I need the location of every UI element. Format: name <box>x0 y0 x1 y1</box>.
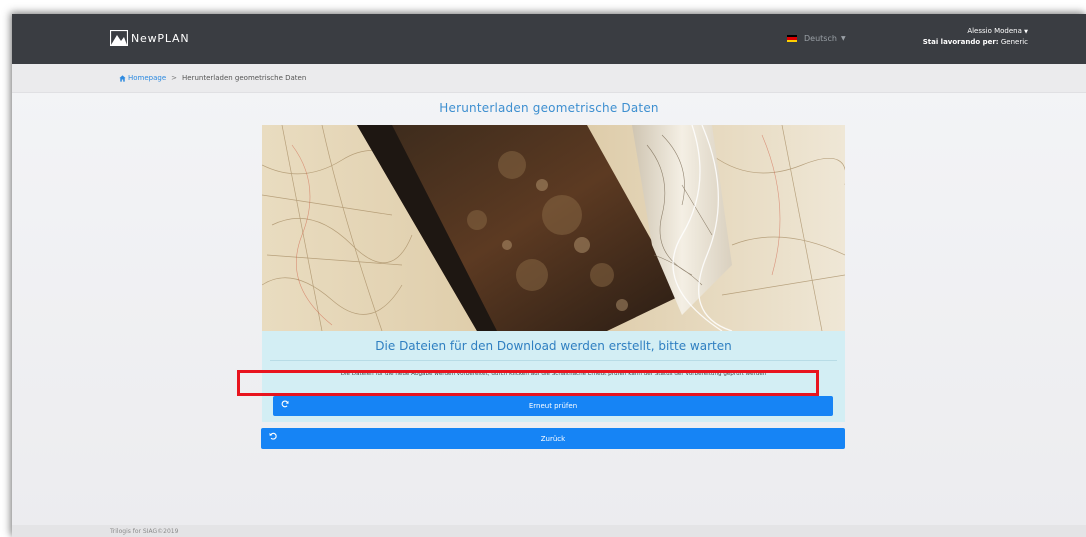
annotation-highlight-box <box>237 370 819 396</box>
breadcrumb-home-label: Homepage <box>128 74 167 82</box>
divider <box>270 360 837 361</box>
newplan-logo-icon <box>110 30 128 46</box>
language-label: Deutsch <box>804 34 837 43</box>
page-title: Herunterladen geometrische Daten <box>439 101 659 115</box>
status-heading: Die Dateien für den Download werden erst… <box>375 339 732 353</box>
user-menu[interactable]: Alessio Modena ▼ Stai lavorando per: Gen… <box>923 26 1028 47</box>
hero-image <box>262 125 845 331</box>
back-button[interactable]: Zurück <box>261 428 845 449</box>
brand[interactable]: NewPLAN <box>110 30 189 46</box>
browser-window: NewPLAN Deutsch ▼ Alessio Modena ▼ Stai … <box>12 14 1086 537</box>
retry-button[interactable]: Erneut prüfen <box>273 396 833 416</box>
chevron-down-icon: ▼ <box>840 35 846 42</box>
top-navbar: NewPLAN Deutsch ▼ Alessio Modena ▼ Stai … <box>12 14 1086 64</box>
user-name: Alessio Modena <box>967 27 1022 35</box>
refresh-icon <box>281 400 289 408</box>
brand-name: NewPLAN <box>131 31 190 45</box>
breadcrumb-separator: > <box>171 74 178 82</box>
retry-button-label: Erneut prüfen <box>528 402 578 410</box>
working-for-value: Generic <box>1000 38 1028 46</box>
breadcrumb-current: Herunterladen geometrische Daten <box>182 74 307 82</box>
breadcrumb-bar: Homepage > Herunterladen geometrische Da… <box>12 64 1086 93</box>
undo-icon <box>269 432 277 440</box>
working-for-label: Stai lavorando per: <box>922 38 999 46</box>
footer-text: Trilogis for SIAG©2019 <box>110 528 179 535</box>
home-icon <box>119 74 126 82</box>
footer: Trilogis for SIAG©2019 <box>12 525 1086 537</box>
german-flag-icon <box>787 35 797 42</box>
breadcrumb: Homepage > Herunterladen geometrische Da… <box>119 74 306 82</box>
chevron-down-icon: ▼ <box>1024 29 1028 35</box>
breadcrumb-home-link[interactable]: Homepage <box>119 74 166 82</box>
back-button-label: Zurück <box>540 434 566 443</box>
language-selector[interactable]: Deutsch ▼ <box>787 34 846 43</box>
